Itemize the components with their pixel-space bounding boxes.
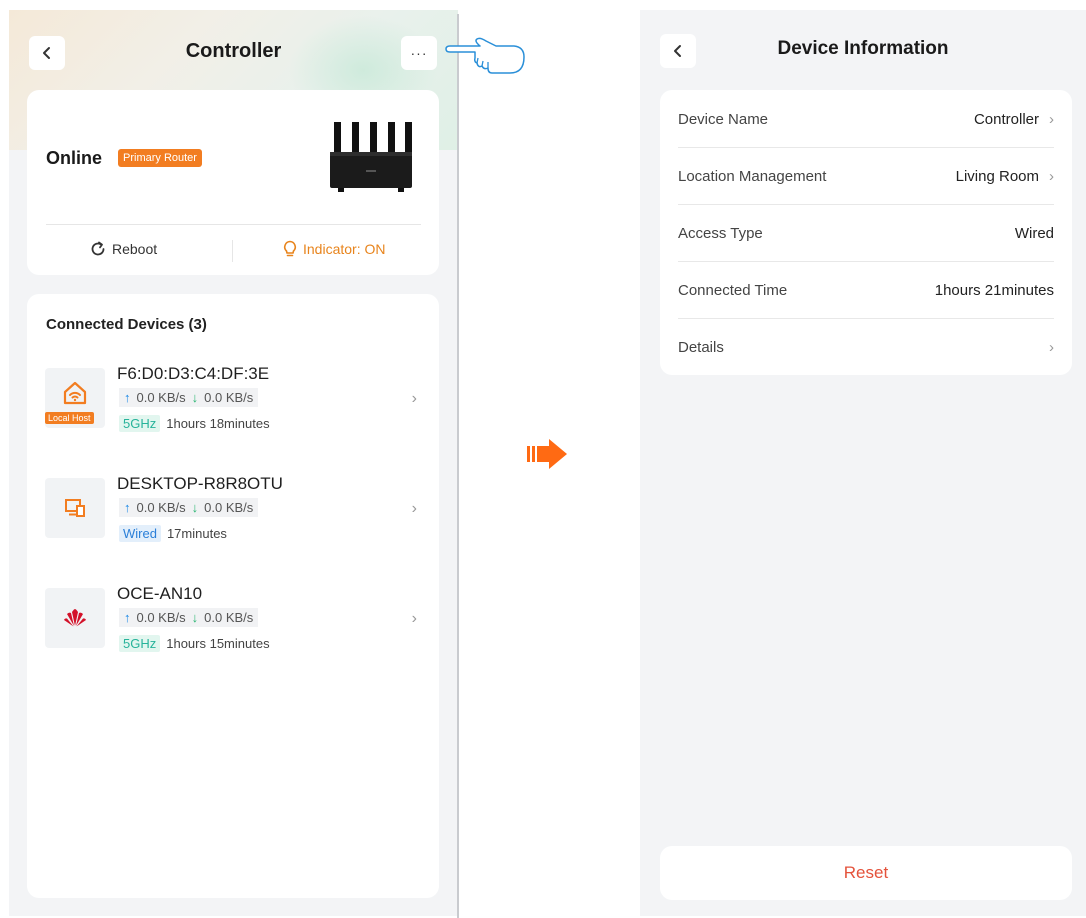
device-meta: 5GHz 1hours 18minutes	[119, 415, 270, 432]
device-name: DESKTOP-R8R8OTU	[117, 474, 283, 493]
card-divider	[46, 224, 421, 225]
row-label: Details	[678, 338, 724, 356]
chevron-right-icon: ›	[411, 500, 417, 517]
chevron-right-icon: ›	[1049, 110, 1054, 128]
chevron-right-icon: ›	[1049, 167, 1054, 185]
chevron-right-icon: ›	[411, 610, 417, 627]
download-speed: 0.0 KB/s	[204, 390, 254, 405]
screen-divider	[457, 14, 459, 918]
device-row-1[interactable]: Local Host F6:D0:D3:C4:DF:3E ↑ 0.0 KB/s …	[27, 360, 439, 452]
device-name: F6:D0:D3:C4:DF:3E	[117, 364, 270, 383]
chevron-right-icon: ›	[411, 390, 417, 407]
row-label: Connected Time	[678, 281, 788, 299]
pointing-hand-icon	[445, 37, 525, 74]
reboot-button[interactable]: Reboot	[89, 240, 157, 258]
download-speed: 0.0 KB/s	[204, 610, 254, 625]
controller-screen: Controller ··· Online Primary Router Reb…	[9, 10, 458, 916]
connected-duration: 1hours 18minutes	[166, 416, 270, 431]
row-value: Controller	[973, 110, 1039, 128]
access-type-row: Access Type Wired	[678, 204, 1072, 262]
chevron-right-icon: ›	[1049, 338, 1054, 356]
device-icon-box: Local Host	[45, 368, 105, 428]
upload-arrow-icon: ↑	[124, 500, 131, 515]
huawei-logo-icon	[64, 609, 86, 627]
reset-button[interactable]: Reset	[660, 846, 1072, 900]
device-name: OCE-AN10	[117, 584, 203, 603]
indicator-label: Indicator: ON	[303, 241, 386, 257]
connected-devices-title: Connected Devices (3)	[46, 316, 207, 333]
device-information-screen: Device Information Device Name Controlle…	[640, 10, 1086, 916]
connected-devices-card: Connected Devices (3) Local Host F6:D0:D…	[27, 294, 439, 898]
details-row[interactable]: Details ›	[678, 318, 1072, 376]
page-title: Device Information	[777, 38, 949, 59]
device-meta: Wired 17minutes	[119, 525, 227, 542]
button-separator	[232, 240, 233, 262]
speed-line: ↑ 0.0 KB/s ↓ 0.0 KB/s	[119, 388, 259, 407]
download-speed: 0.0 KB/s	[204, 500, 254, 515]
next-step-arrow-icon	[527, 439, 567, 469]
upload-speed: 0.0 KB/s	[136, 610, 186, 625]
row-value: Living Room	[955, 167, 1039, 185]
band-tag: 5GHz	[119, 635, 161, 652]
row-value: 1hours 21minutes	[934, 281, 1054, 299]
band-tag: 5GHz	[119, 415, 161, 432]
upload-speed: 0.0 KB/s	[136, 390, 186, 405]
device-row-3[interactable]: OCE-AN10 ↑ 0.0 KB/s ↓ 0.0 KB/s 5GHz 1hou…	[27, 580, 439, 672]
device-icon-box	[45, 588, 105, 648]
download-arrow-icon: ↓	[191, 500, 199, 515]
row-label: Location Management	[678, 167, 827, 185]
indicator-toggle[interactable]: Indicator: ON	[282, 240, 385, 258]
primary-router-badge: Primary Router	[118, 149, 202, 167]
device-info-card: Device Name Controller › Location Manage…	[660, 90, 1072, 375]
speed-line: ↑ 0.0 KB/s ↓ 0.0 KB/s	[119, 608, 259, 627]
router-card: Online Primary Router Reboot Indicator: …	[27, 90, 439, 275]
local-host-tag: Local Host	[45, 412, 94, 424]
more-dots-icon: ···	[410, 45, 428, 61]
upload-arrow-icon: ↑	[124, 390, 131, 405]
more-options-button[interactable]: ···	[401, 36, 437, 70]
router-image	[330, 122, 412, 192]
row-value: Wired	[1014, 224, 1054, 242]
light-bulb-icon	[284, 240, 296, 257]
location-management-row[interactable]: Location Management Living Room ›	[678, 147, 1072, 205]
upload-speed: 0.0 KB/s	[136, 500, 186, 515]
connected-duration: 1hours 15minutes	[166, 636, 270, 651]
row-label: Access Type	[678, 224, 763, 242]
reboot-icon	[91, 241, 105, 256]
smart-home-icon	[63, 381, 87, 405]
reboot-label: Reboot	[112, 241, 158, 257]
download-arrow-icon: ↓	[191, 390, 199, 405]
download-arrow-icon: ↓	[191, 610, 199, 625]
row-label: Device Name	[678, 110, 769, 128]
device-name-row[interactable]: Device Name Controller ›	[678, 90, 1072, 148]
status-text: Online	[46, 148, 103, 168]
device-meta: 5GHz 1hours 15minutes	[119, 635, 270, 652]
device-row-2[interactable]: DESKTOP-R8R8OTU ↑ 0.0 KB/s ↓ 0.0 KB/s Wi…	[27, 470, 439, 562]
device-icon-box	[45, 478, 105, 538]
speed-line: ↑ 0.0 KB/s ↓ 0.0 KB/s	[119, 498, 259, 517]
computer-icon	[65, 499, 85, 517]
connected-duration: 17minutes	[166, 526, 227, 541]
connected-time-row: Connected Time 1hours 21minutes	[678, 261, 1072, 319]
page-title: Controller	[185, 40, 282, 62]
upload-arrow-icon: ↑	[124, 610, 131, 625]
band-tag: Wired	[119, 525, 161, 542]
